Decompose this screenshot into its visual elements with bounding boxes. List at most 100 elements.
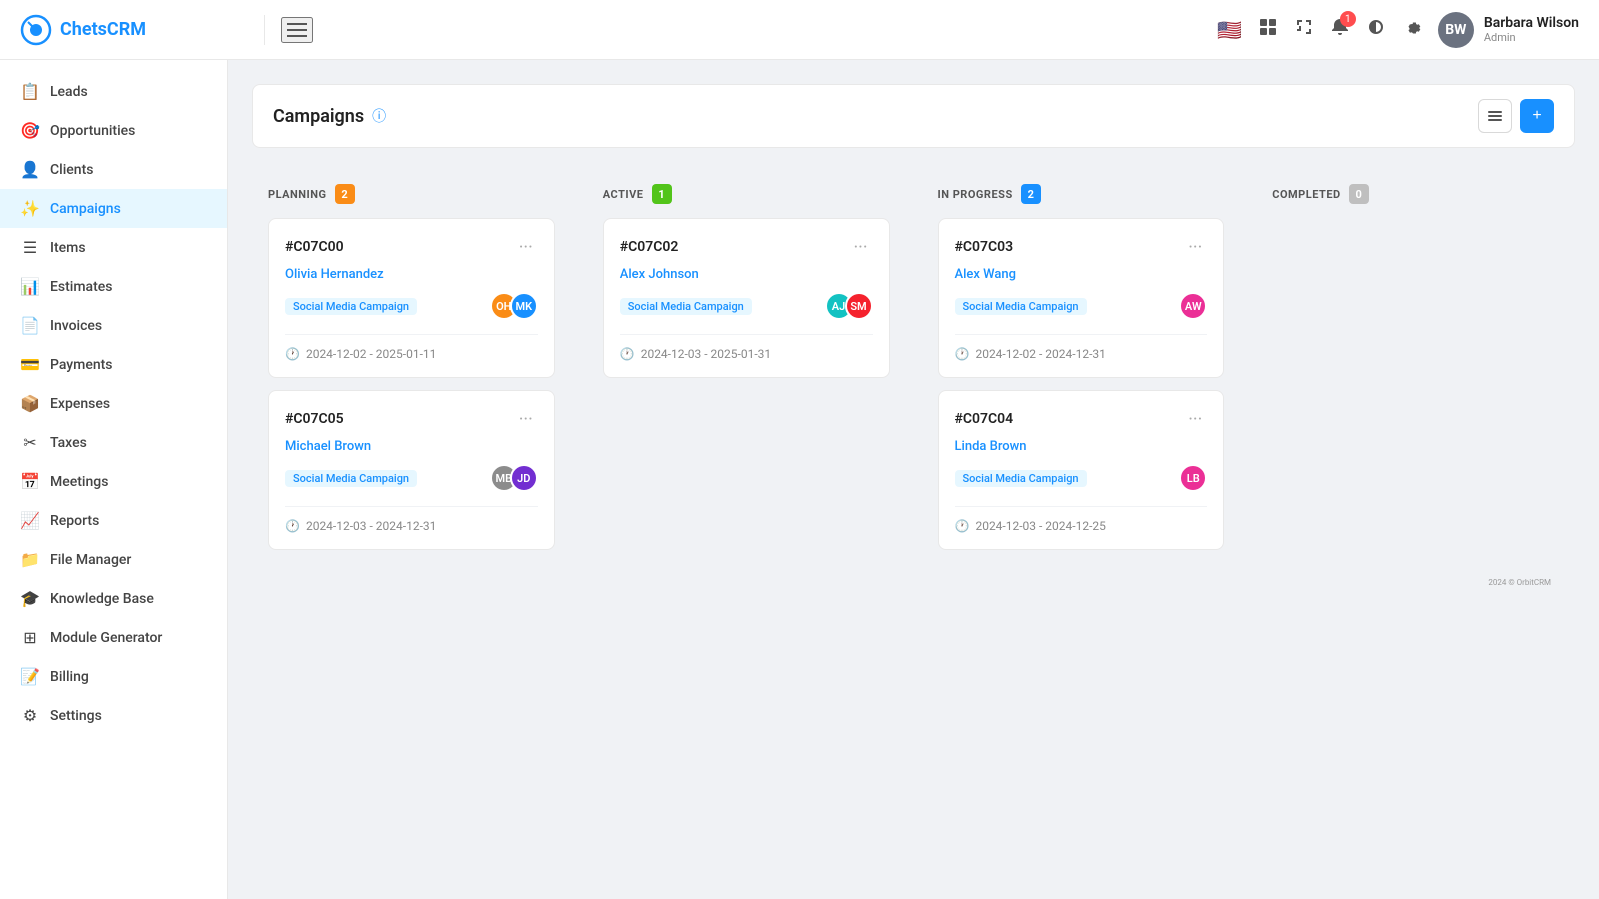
card-menu-button[interactable]: ···	[514, 407, 538, 431]
header-actions: +	[1478, 99, 1554, 133]
sidebar-item-knowledge-base[interactable]: 🎓 Knowledge Base	[0, 579, 227, 618]
sidebar: 📋 Leads 🎯 Opportunities 👤 Clients ✨ Camp…	[0, 60, 228, 899]
fullscreen-icon[interactable]	[1294, 17, 1314, 42]
page-header: Campaigns ⓘ +	[252, 84, 1575, 148]
card-footer: 🕐 2024-12-02 - 2025-01-11	[285, 334, 538, 361]
sidebar-label-estimates: Estimates	[50, 279, 112, 295]
sidebar-item-settings[interactable]: ⚙ Settings	[0, 696, 227, 735]
card-avatar: LB	[1179, 464, 1207, 492]
sidebar-item-file-manager[interactable]: 📁 File Manager	[0, 540, 227, 579]
flag-icon[interactable]: 🇺🇸	[1217, 18, 1242, 42]
kanban-board: PLANNING 2 #C07C00 ··· Olivia Hernandez …	[252, 168, 1575, 578]
card-avatars: OHMK	[490, 292, 538, 320]
card-id: #C07C04	[955, 411, 1014, 427]
sidebar-item-opportunities[interactable]: 🎯 Opportunities	[0, 111, 227, 150]
sidebar-item-meetings[interactable]: 📅 Meetings	[0, 462, 227, 501]
grid-icon[interactable]	[1258, 17, 1278, 42]
card-contact[interactable]: Michael Brown	[285, 439, 538, 454]
sidebar-label-items: Items	[50, 240, 86, 256]
campaign-card[interactable]: #C07C00 ··· Olivia Hernandez Social Medi…	[268, 218, 555, 378]
dark-mode-icon[interactable]	[1366, 17, 1386, 42]
card-footer: 🕐 2024-12-03 - 2025-01-31	[620, 334, 873, 361]
user-name: Barbara Wilson	[1484, 15, 1579, 31]
card-header: #C07C02 ···	[620, 235, 873, 259]
user-details: Barbara Wilson Admin	[1484, 15, 1579, 44]
card-contact[interactable]: Alex Johnson	[620, 267, 873, 282]
card-date-range: 2024-12-03 - 2024-12-31	[306, 519, 436, 533]
card-contact[interactable]: Alex Wang	[955, 267, 1208, 282]
sidebar-icon-leads: 📋	[20, 82, 40, 101]
sidebar-label-invoices: Invoices	[50, 318, 102, 334]
campaign-card[interactable]: #C07C05 ··· Michael Brown Social Media C…	[268, 390, 555, 550]
notification-badge: 1	[1340, 11, 1356, 27]
card-menu-button[interactable]: ···	[514, 235, 538, 259]
sidebar-item-campaigns[interactable]: ✨ Campaigns	[0, 189, 227, 228]
campaign-tag: Social Media Campaign	[285, 298, 417, 315]
sidebar-item-billing[interactable]: 📝 Billing	[0, 657, 227, 696]
campaign-tag: Social Media Campaign	[285, 470, 417, 487]
card-id: #C07C03	[955, 239, 1014, 255]
header-right: 🇺🇸 1 BW Barbara Wilson Admin	[1217, 12, 1579, 48]
sidebar-item-invoices[interactable]: 📄 Invoices	[0, 306, 227, 345]
card-footer: 🕐 2024-12-02 - 2024-12-31	[955, 334, 1208, 361]
card-menu-button[interactable]: ···	[1183, 235, 1207, 259]
logo[interactable]: ChetsCRM	[20, 14, 248, 46]
hamburger-button[interactable]	[281, 17, 313, 43]
card-id: #C07C02	[620, 239, 679, 255]
column-badge-active: 1	[652, 184, 672, 204]
user-info[interactable]: BW Barbara Wilson Admin	[1438, 12, 1579, 48]
campaign-card[interactable]: #C07C02 ··· Alex Johnson Social Media Ca…	[603, 218, 890, 378]
campaign-card[interactable]: #C07C04 ··· Linda Brown Social Media Cam…	[938, 390, 1225, 550]
card-id: #C07C05	[285, 411, 344, 427]
sidebar-label-knowledge-base: Knowledge Base	[50, 591, 154, 607]
card-contact[interactable]: Linda Brown	[955, 439, 1208, 454]
column-badge-in-progress: 2	[1021, 184, 1041, 204]
sidebar-item-taxes[interactable]: ✂ Taxes	[0, 423, 227, 462]
card-avatars: LB	[1179, 464, 1207, 492]
sidebar-icon-payments: 💳	[20, 355, 40, 374]
sidebar-item-clients[interactable]: 👤 Clients	[0, 150, 227, 189]
sidebar-item-items[interactable]: ☰ Items	[0, 228, 227, 267]
campaign-card[interactable]: #C07C03 ··· Alex Wang Social Media Campa…	[938, 218, 1225, 378]
sidebar-item-estimates[interactable]: 📊 Estimates	[0, 267, 227, 306]
card-contact[interactable]: Olivia Hernandez	[285, 267, 538, 282]
page-title: Campaigns	[273, 106, 364, 127]
card-avatar: JD	[510, 464, 538, 492]
column-title-in-progress: IN PROGRESS	[938, 188, 1013, 201]
settings-icon[interactable]	[1402, 17, 1422, 42]
column-badge-planning: 2	[335, 184, 355, 204]
card-avatars: AJSM	[825, 292, 873, 320]
clock-icon: 🕐	[285, 347, 300, 361]
sidebar-icon-items: ☰	[20, 238, 40, 257]
card-footer: 🕐 2024-12-03 - 2024-12-31	[285, 506, 538, 533]
card-avatar: MK	[510, 292, 538, 320]
column-title-completed: COMPLETED	[1272, 188, 1340, 201]
card-footer: 🕐 2024-12-03 - 2024-12-25	[955, 506, 1208, 533]
sidebar-icon-opportunities: 🎯	[20, 121, 40, 140]
page-title-row: Campaigns ⓘ	[273, 106, 386, 127]
card-header: #C07C03 ···	[955, 235, 1208, 259]
sidebar-item-reports[interactable]: 📈 Reports	[0, 501, 227, 540]
add-campaign-button[interactable]: +	[1520, 99, 1554, 133]
sidebar-item-module-generator[interactable]: ⊞ Module Generator	[0, 618, 227, 657]
notification-icon[interactable]: 1	[1330, 17, 1350, 42]
sidebar-icon-estimates: 📊	[20, 277, 40, 296]
sidebar-label-file-manager: File Manager	[50, 552, 131, 568]
footer-text: 2024 © OrbitCRM	[252, 578, 1575, 597]
sidebar-label-billing: Billing	[50, 669, 89, 685]
sidebar-item-expenses[interactable]: 📦 Expenses	[0, 384, 227, 423]
card-middle: Social Media Campaign LB	[955, 464, 1208, 492]
info-icon[interactable]: ⓘ	[372, 106, 386, 126]
card-header: #C07C04 ···	[955, 407, 1208, 431]
sidebar-label-module-generator: Module Generator	[50, 630, 162, 646]
sidebar-item-leads[interactable]: 📋 Leads	[0, 72, 227, 111]
column-header-active: ACTIVE 1	[603, 184, 890, 204]
card-date-range: 2024-12-03 - 2024-12-25	[975, 519, 1105, 533]
clock-icon: 🕐	[955, 347, 970, 361]
list-view-button[interactable]	[1478, 99, 1512, 133]
sidebar-item-payments[interactable]: 💳 Payments	[0, 345, 227, 384]
card-menu-button[interactable]: ···	[849, 235, 873, 259]
card-menu-button[interactable]: ···	[1183, 407, 1207, 431]
sidebar-label-opportunities: Opportunities	[50, 123, 135, 139]
clock-icon: 🕐	[955, 519, 970, 533]
